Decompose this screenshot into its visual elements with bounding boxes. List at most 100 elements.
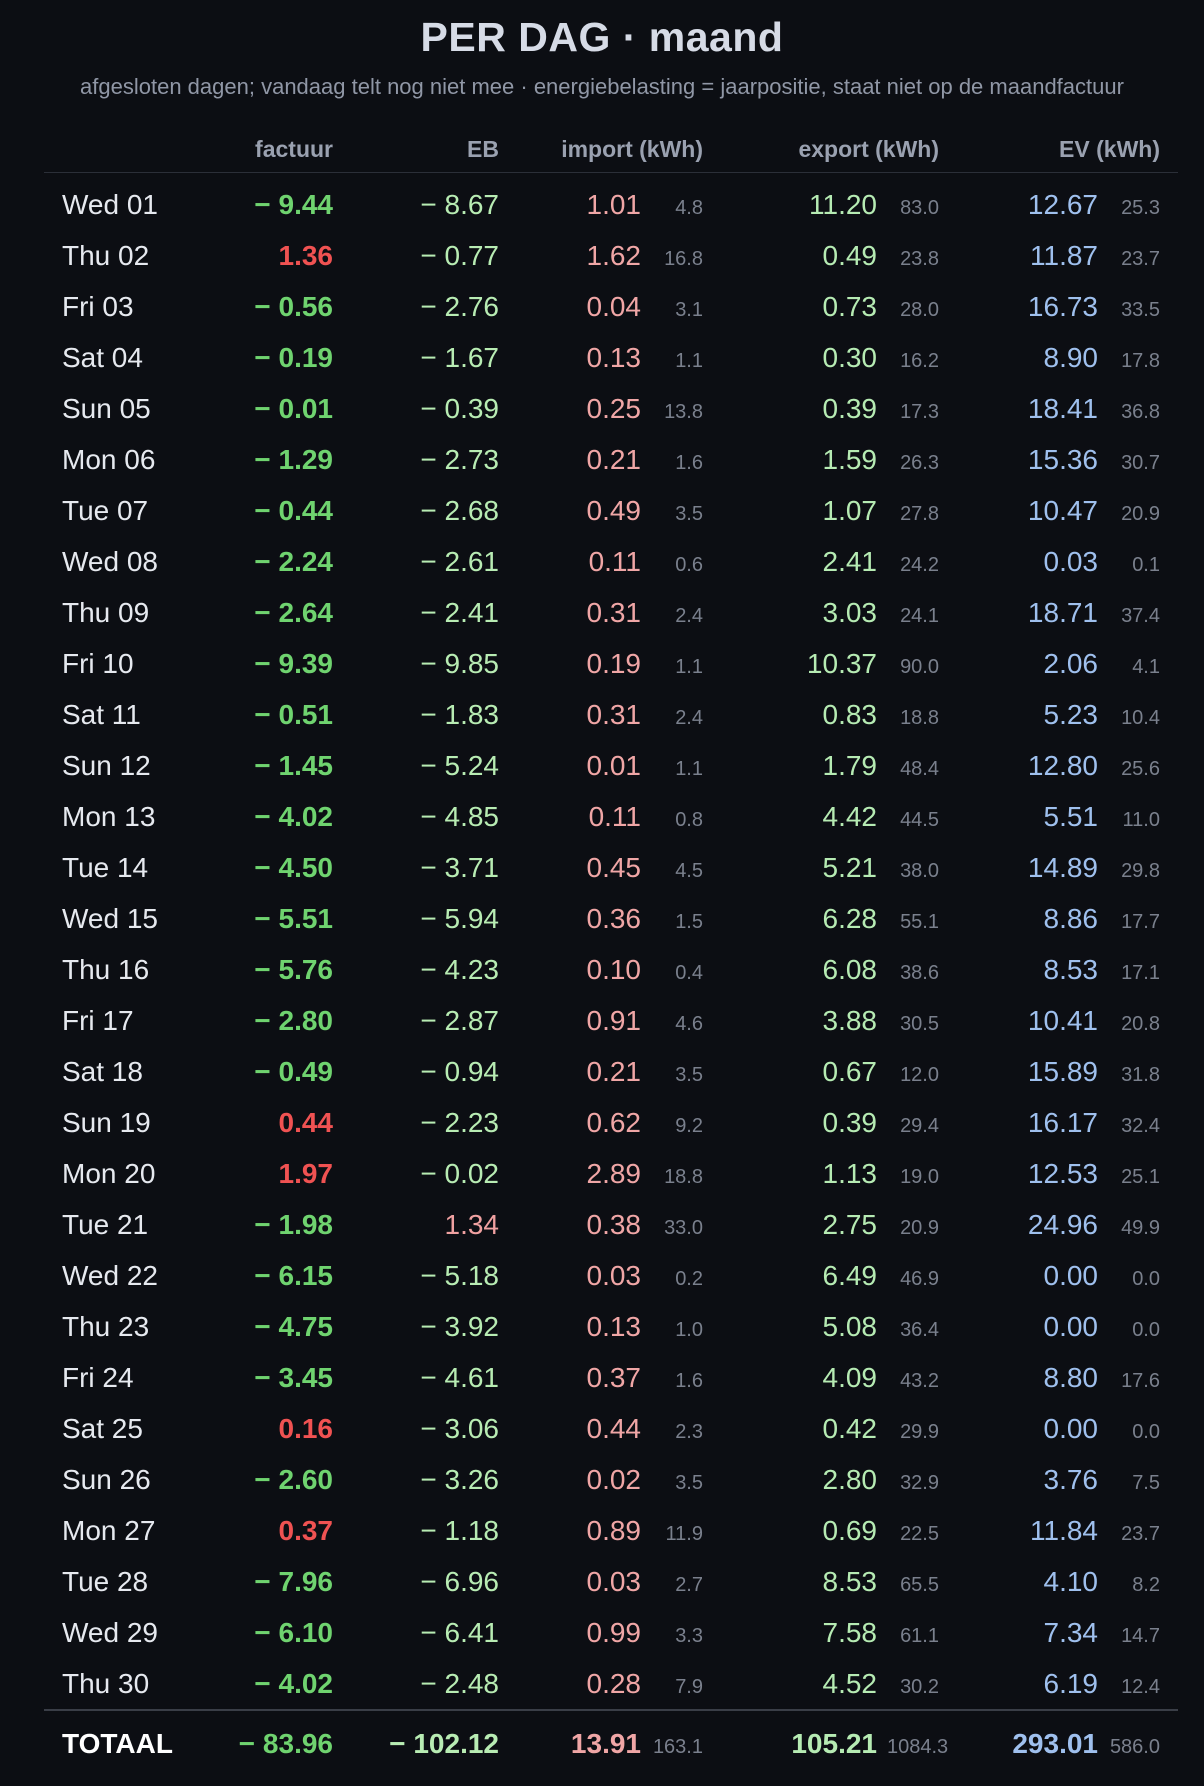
row-ev-sub: 0.0 bbox=[1132, 1267, 1160, 1290]
row-export-sub: 24.1 bbox=[900, 604, 939, 627]
row-eb: − 3.92 bbox=[420, 1310, 499, 1342]
row-export: 10.37 90.0 bbox=[721, 638, 957, 689]
row-import-sub: 0.2 bbox=[675, 1267, 703, 1290]
row-import: 0.89 11.9 bbox=[517, 1505, 721, 1556]
row-import-value: 0.28 bbox=[586, 1667, 642, 1699]
row-import-value: 0.49 bbox=[586, 494, 642, 526]
row-import-value: 0.25 bbox=[586, 392, 642, 424]
row-export: 4.09 43.2 bbox=[721, 1352, 957, 1403]
totals-export-value: 105.21 bbox=[791, 1728, 877, 1759]
row-import-sub: 4.6 bbox=[675, 1012, 703, 1035]
row-factuur: − 6.15 bbox=[254, 1259, 333, 1291]
row-factuur: − 6.10 bbox=[254, 1616, 333, 1648]
row-import-value: 0.03 bbox=[586, 1259, 642, 1291]
row-import-value: 0.11 bbox=[588, 545, 641, 577]
row-import-sub: 1.1 bbox=[675, 655, 703, 678]
row-import-value: 2.89 bbox=[586, 1157, 642, 1189]
row-ev-sub: 17.7 bbox=[1121, 910, 1160, 933]
row-import-value: 0.37 bbox=[586, 1361, 642, 1393]
row-ev-value: 0.00 bbox=[1043, 1259, 1099, 1291]
row-export: 0.73 28.0 bbox=[721, 281, 957, 332]
row-export-sub: 90.0 bbox=[900, 655, 939, 678]
row-export: 5.21 38.0 bbox=[721, 842, 957, 893]
row-export-sub: 29.9 bbox=[900, 1420, 939, 1443]
row-export-sub: 38.0 bbox=[900, 859, 939, 882]
row-export-sub: 38.6 bbox=[900, 961, 939, 984]
table-row: Thu 09 − 2.64 − 2.41 0.31 2.4 3.03 24.1 18.71 37… bbox=[44, 587, 1178, 638]
row-export: 0.39 29.4 bbox=[721, 1097, 957, 1148]
row-import-value: 0.36 bbox=[586, 902, 642, 934]
row-ev-sub: 23.7 bbox=[1121, 247, 1160, 270]
row-factuur: − 0.19 bbox=[254, 341, 333, 373]
row-day: Tue 14 bbox=[62, 851, 149, 883]
row-import-value: 0.21 bbox=[586, 443, 642, 475]
row-export-value: 0.39 bbox=[822, 1106, 878, 1138]
table-row: Tue 28 − 7.96 − 6.96 0.03 2.7 8.53 65.5 4.10 8.2 bbox=[44, 1556, 1178, 1607]
column-header-eb: EB bbox=[351, 126, 517, 173]
row-ev-value: 12.80 bbox=[1027, 749, 1098, 781]
row-import-sub: 2.7 bbox=[675, 1573, 703, 1596]
row-ev: 5.51 11.0 bbox=[957, 791, 1178, 842]
row-import-value: 0.13 bbox=[586, 1310, 642, 1342]
row-day: Thu 16 bbox=[62, 953, 150, 985]
row-import-value: 0.01 bbox=[586, 749, 642, 781]
row-ev: 18.41 36.8 bbox=[957, 383, 1178, 434]
row-import-sub: 0.8 bbox=[675, 808, 703, 831]
row-import: 0.21 1.6 bbox=[517, 434, 721, 485]
row-ev: 5.23 10.4 bbox=[957, 689, 1178, 740]
row-export-sub: 16.2 bbox=[900, 349, 939, 372]
row-ev-value: 7.34 bbox=[1043, 1616, 1099, 1648]
row-ev-sub: 30.7 bbox=[1121, 451, 1160, 474]
row-import-sub: 1.0 bbox=[675, 1318, 703, 1341]
row-ev-value: 15.36 bbox=[1027, 443, 1098, 475]
row-ev-value: 18.71 bbox=[1027, 596, 1098, 628]
row-factuur: − 2.64 bbox=[254, 596, 333, 628]
row-import-value: 0.38 bbox=[586, 1208, 642, 1240]
totals-row: TOTAAL − 83.96 − 102.12 13.91 163.1 105.2… bbox=[44, 1709, 1178, 1777]
row-export-sub: 27.8 bbox=[900, 502, 939, 525]
row-import-value: 0.19 bbox=[586, 647, 642, 679]
row-export-sub: 20.9 bbox=[900, 1216, 939, 1239]
table-row: Fri 17 − 2.80 − 2.87 0.91 4.6 3.88 30.5 10.41 20… bbox=[44, 995, 1178, 1046]
row-factuur: − 4.02 bbox=[254, 800, 333, 832]
row-ev-value: 8.86 bbox=[1043, 902, 1099, 934]
row-factuur: − 4.75 bbox=[254, 1310, 333, 1342]
row-import-value: 0.99 bbox=[586, 1616, 642, 1648]
table-row: Wed 29 − 6.10 − 6.41 0.99 3.3 7.58 61.1 7.34 14.… bbox=[44, 1607, 1178, 1658]
row-day: Sat 04 bbox=[62, 341, 143, 373]
row-ev-value: 11.87 bbox=[1030, 239, 1098, 271]
row-factuur: − 4.02 bbox=[254, 1667, 333, 1699]
row-day: Fri 10 bbox=[62, 647, 134, 679]
row-import-sub: 11.9 bbox=[665, 1522, 703, 1545]
table-row: Mon 20 1.97 − 0.02 2.89 18.8 1.13 19.0 12.53 25.… bbox=[44, 1148, 1178, 1199]
row-ev: 15.89 31.8 bbox=[957, 1046, 1178, 1097]
row-factuur: − 1.45 bbox=[254, 749, 333, 781]
row-day: Wed 22 bbox=[62, 1259, 158, 1291]
row-import-sub: 3.1 bbox=[675, 298, 703, 321]
row-day: Thu 30 bbox=[62, 1667, 150, 1699]
row-ev: 15.36 30.7 bbox=[957, 434, 1178, 485]
table-row: Tue 14 − 4.50 − 3.71 0.45 4.5 5.21 38.0 14.89 29… bbox=[44, 842, 1178, 893]
row-export-value: 0.42 bbox=[822, 1412, 878, 1444]
row-ev-value: 10.47 bbox=[1027, 494, 1098, 526]
table-row: Wed 22 − 6.15 − 5.18 0.03 0.2 6.49 46.9 0.00 0.0 bbox=[44, 1250, 1178, 1301]
row-import: 0.03 0.2 bbox=[517, 1250, 721, 1301]
row-import-value: 0.13 bbox=[586, 341, 642, 373]
row-import-sub: 3.5 bbox=[675, 1471, 703, 1494]
row-export-value: 0.67 bbox=[822, 1055, 878, 1087]
row-ev: 6.19 12.4 bbox=[957, 1658, 1178, 1710]
table-row: Thu 16 − 5.76 − 4.23 0.10 0.4 6.08 38.6 8.53 17.… bbox=[44, 944, 1178, 995]
row-ev-value: 8.53 bbox=[1043, 953, 1099, 985]
row-export-sub: 32.9 bbox=[900, 1471, 939, 1494]
row-export: 6.08 38.6 bbox=[721, 944, 957, 995]
totals-ev-value: 293.01 bbox=[1012, 1728, 1098, 1759]
row-eb: − 0.39 bbox=[420, 392, 499, 424]
row-ev-sub: 25.1 bbox=[1121, 1165, 1160, 1188]
row-ev-value: 12.53 bbox=[1027, 1157, 1098, 1189]
row-export: 8.53 65.5 bbox=[721, 1556, 957, 1607]
row-export: 2.80 32.9 bbox=[721, 1454, 957, 1505]
row-eb: − 2.87 bbox=[420, 1004, 499, 1036]
row-export-value: 0.83 bbox=[822, 698, 878, 730]
row-ev-sub: 49.9 bbox=[1121, 1216, 1160, 1239]
row-day: Tue 28 bbox=[62, 1565, 149, 1597]
